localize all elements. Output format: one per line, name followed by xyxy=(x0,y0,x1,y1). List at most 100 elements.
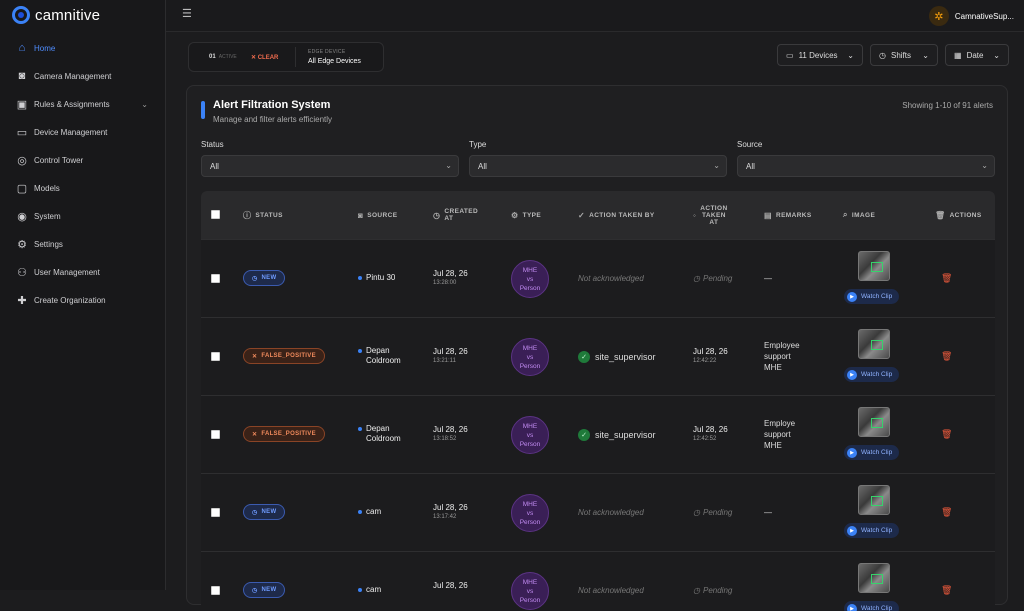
header-type[interactable]: ⚙TYPE xyxy=(511,191,541,239)
watch-clip-button[interactable]: ▶Watch Clip xyxy=(844,367,899,382)
sidebar-item-device-management[interactable]: ▭ Device Management xyxy=(0,118,166,146)
user-menu[interactable]: ✲ CamnativeSup... xyxy=(929,6,1014,26)
action-time: 12:42:22 xyxy=(693,358,728,364)
edge-device-selector[interactable]: EDGE DEVICE All Edge Devices xyxy=(308,49,361,65)
delete-icon[interactable]: 🗑 xyxy=(941,429,952,440)
select-all-checkbox[interactable] xyxy=(211,210,220,219)
action-taken-at: Jul 28, 2612:42:52 xyxy=(693,425,728,442)
status-badge: ✕FALSE_POSITIVE xyxy=(243,348,325,364)
status-select[interactable]: All⌄ xyxy=(201,155,459,177)
type-line: vs xyxy=(520,509,541,518)
source-cell: DepanColdroom xyxy=(358,424,401,444)
created-at-cell: Jul 28, 2613:18:52 xyxy=(433,425,468,442)
sidebar-item-label: Settings xyxy=(34,240,63,249)
close-icon: ✕ xyxy=(252,353,257,360)
status-text: NEW xyxy=(262,275,277,281)
created-time: 13:21:11 xyxy=(433,358,468,364)
type-text: MHEvsPerson xyxy=(520,422,541,449)
sidebar-item-settings[interactable]: ⚙Settings xyxy=(0,230,166,258)
header-source[interactable]: ◙SOURCE xyxy=(358,191,397,239)
sidebar-item-control-tower[interactable]: ◎Control Tower xyxy=(0,146,166,174)
menu-toggle-icon[interactable]: ☰ xyxy=(182,9,194,20)
alert-thumbnail[interactable] xyxy=(858,329,890,359)
header-image[interactable]: ⌕IMAGE xyxy=(843,191,875,239)
table-row: ✕FALSE_POSITIVEDepanColdroomJul 28, 2613… xyxy=(201,317,995,395)
sidebar-item-label: Home xyxy=(34,44,55,53)
system-icon: ◉ xyxy=(16,210,28,222)
home-icon: ⌂ xyxy=(16,42,28,54)
logo[interactable]: camnitive xyxy=(12,6,100,24)
sidebar-item-camera-management[interactable]: ◙ Camera Management xyxy=(0,62,166,90)
action-taken-by: ✓site_supervisor xyxy=(578,429,656,441)
row-checkbox[interactable] xyxy=(211,586,220,595)
delete-icon[interactable]: 🗑 xyxy=(941,273,952,284)
type-line: Person xyxy=(520,440,541,449)
chevron-down-icon: ⌄ xyxy=(713,161,720,170)
row-checkbox[interactable] xyxy=(211,274,220,283)
chevron-down-icon: ⌄ xyxy=(141,100,148,109)
check-icon: ✓ xyxy=(578,211,585,220)
row-checkbox[interactable] xyxy=(211,508,220,517)
top-bar: ☰ ✲ CamnativeSup... xyxy=(166,0,1024,32)
type-select[interactable]: All⌄ xyxy=(469,155,727,177)
sidebar-item-label: Device Management xyxy=(34,128,107,137)
device-icon: ▭ xyxy=(16,126,28,138)
action-taken-by: Not acknowledged xyxy=(578,586,644,595)
sidebar-item-rules-assignments[interactable]: ▣Rules & Assignments⌄ xyxy=(0,90,166,118)
shifts-dropdown[interactable]: ◷ Shifts ⌄ xyxy=(870,44,938,66)
header-status[interactable]: ⓘSTATUS xyxy=(243,191,283,239)
type-line: MHE xyxy=(520,578,541,587)
devices-dropdown[interactable]: ▭ 11 Devices ⌄ xyxy=(777,44,863,66)
users-icon: ⚇ xyxy=(16,266,28,278)
row-checkbox[interactable] xyxy=(211,352,220,361)
watch-clip-button[interactable]: ▶Watch Clip xyxy=(844,601,899,611)
pending-text: Pending xyxy=(703,508,732,517)
header-remarks[interactable]: ▤REMARKS xyxy=(764,191,812,239)
page-subtitle: Manage and filter alerts efficiently xyxy=(213,115,332,124)
alert-thumbnail[interactable] xyxy=(858,407,890,437)
accent-bar xyxy=(201,101,205,119)
delete-icon[interactable]: 🗑 xyxy=(941,351,952,362)
alert-thumbnail[interactable] xyxy=(858,251,890,281)
type-line: vs xyxy=(520,587,541,596)
source-select[interactable]: All⌄ xyxy=(737,155,995,177)
date-dropdown[interactable]: ▦ Date ⌄ xyxy=(945,44,1009,66)
sidebar-item-label: Camera Management xyxy=(34,72,111,81)
delete-icon[interactable]: 🗑 xyxy=(941,507,952,518)
type-line: MHE xyxy=(520,422,541,431)
check-icon: ✓ xyxy=(578,429,590,441)
watch-clip-button[interactable]: ▶Watch Clip xyxy=(844,523,899,538)
type-text: MHEvsPerson xyxy=(520,266,541,293)
type-line: Person xyxy=(520,518,541,527)
sidebar-item-create-organization[interactable]: ✚Create Organization xyxy=(0,286,166,314)
watch-clip-label: Watch Clip xyxy=(861,371,892,378)
plus-icon: ✚ xyxy=(16,294,28,306)
clear-filters-button[interactable]: ✕ CLEAR xyxy=(251,54,295,61)
watch-clip-button[interactable]: ▶Watch Clip xyxy=(844,289,899,304)
watch-clip-label: Watch Clip xyxy=(861,293,892,300)
alert-thumbnail[interactable] xyxy=(858,485,890,515)
row-checkbox[interactable] xyxy=(211,430,220,439)
sidebar-item-system[interactable]: ◉System xyxy=(0,202,166,230)
monitor-icon: ▭ xyxy=(786,51,794,60)
camera-icon: ◙ xyxy=(16,70,28,82)
delete-icon[interactable]: 🗑 xyxy=(941,585,952,596)
type-filter-label: Type xyxy=(469,140,486,149)
header-action-taken-at[interactable]: ◦ACTIONTAKENAT xyxy=(693,191,728,239)
watch-clip-label: Watch Clip xyxy=(861,449,892,456)
type-line: vs xyxy=(520,275,541,284)
sidebar-item-models[interactable]: ▢Models xyxy=(0,174,166,202)
watch-clip-button[interactable]: ▶Watch Clip xyxy=(844,445,899,460)
alert-thumbnail[interactable] xyxy=(858,563,890,593)
header-action-taken-by[interactable]: ✓ACTION TAKEN BY xyxy=(578,191,655,239)
header-created-at[interactable]: ◷CREATEDAT xyxy=(433,191,478,239)
sidebar-item-user-management[interactable]: ⚇User Management xyxy=(0,258,166,286)
table-row: ✕FALSE_POSITIVEDepanColdroomJul 28, 2613… xyxy=(201,395,995,473)
chevron-down-icon: ⌄ xyxy=(922,51,929,60)
source-dot-icon xyxy=(358,510,362,514)
logo-icon xyxy=(12,6,30,24)
header-actions[interactable]: 🗑ACTIONS xyxy=(935,191,982,239)
sidebar-item-home[interactable]: ⌂ Home xyxy=(0,34,166,62)
chevron-down-icon: ⌄ xyxy=(993,51,1000,60)
source-filter-label: Source xyxy=(737,140,762,149)
